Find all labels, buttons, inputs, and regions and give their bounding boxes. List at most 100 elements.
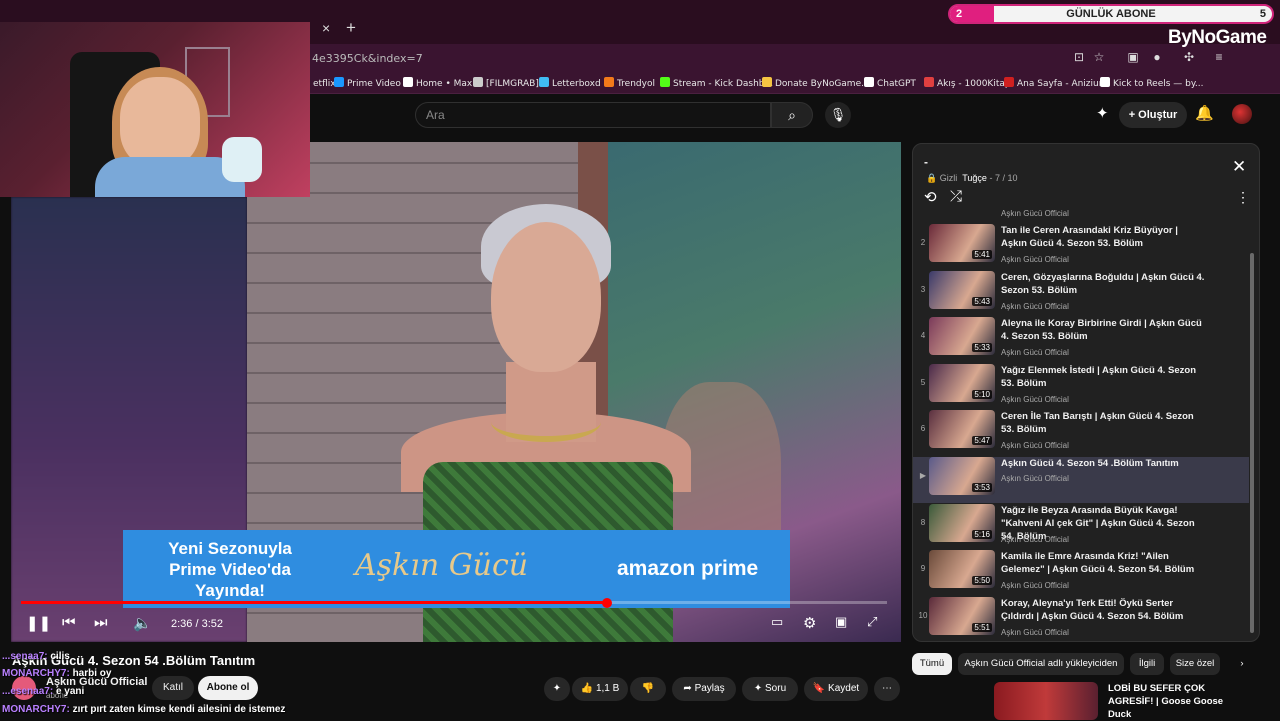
notifications-bell-icon[interactable]: 🔔 (1195, 104, 1214, 122)
extension-icon[interactable]: ▣ (1124, 48, 1142, 66)
playlist-item-thumbnail[interactable]: 5:51 (929, 596, 995, 635)
more-options-icon[interactable]: ⋮ (1236, 189, 1250, 206)
ad-brand-logo: amazon prime (617, 557, 759, 580)
bookmark-item[interactable]: ChatGPT (864, 77, 916, 89)
bookmark-item[interactable]: Trendyol (604, 77, 655, 89)
chip-for-you[interactable]: Size özel (1170, 653, 1220, 675)
save-button[interactable]: 🔖 Kaydet (804, 677, 868, 701)
playlist-item-channel: Aşkın Gücü Official (1001, 301, 1069, 311)
playlist-item-duration: 5:41 (972, 250, 992, 259)
install-icon[interactable]: ⊡ (1070, 48, 1088, 66)
gift-action-icon[interactable]: ✦ (544, 677, 570, 701)
playlist-item[interactable]: 9 5:50 Kamila ile Emre Arasında Kriz! "Ail… (913, 550, 1249, 596)
search-button[interactable]: ⌕ (771, 102, 813, 128)
playlist-item-thumbnail[interactable]: 5:50 (929, 550, 995, 589)
playlist-item[interactable]: 3 5:43 Ceren, Gözyaşlarına Boğuldu | Aşkın… (913, 270, 1249, 317)
playlist-item-title[interactable]: Koray, Aleyna'yı Terk Etti! Öykü Serter … (1001, 597, 1206, 623)
playlist-item[interactable]: 8 5:16 Yağız ile Beyza Arasında Büyük Kavg… (913, 503, 1249, 550)
video-scene-face (491, 222, 601, 372)
new-tab-button[interactable]: + (346, 18, 356, 38)
bookmark-item[interactable]: Donate ByNoGame... (762, 77, 870, 89)
pause-icon[interactable]: ❚❚ (26, 614, 51, 632)
playlist-item-duration: 5:33 (972, 343, 992, 353)
chip-all[interactable]: Tümü (912, 653, 952, 675)
dislike-button[interactable]: 👎 (630, 677, 666, 701)
menu-icon[interactable]: ≡ (1210, 48, 1228, 66)
mic-icon: 🎙 (829, 107, 847, 122)
close-icon[interactable]: ✕ (1232, 157, 1246, 177)
playlist-scrollbar[interactable] (1250, 253, 1254, 633)
playlist-item-thumbnail[interactable]: 5:43 (929, 270, 995, 309)
fullscreen-icon[interactable]: ⤢ (867, 614, 877, 630)
playlist-item-title[interactable]: Ceren, Gözyaşlarına Boğuldu | Aşkın Gücü… (1001, 271, 1206, 297)
subscribe-button[interactable]: Abone ol (198, 676, 258, 700)
bookmark-item[interactable]: [FILMGRAB] (473, 77, 539, 89)
webcam-microphone (222, 137, 262, 182)
bookmark-item[interactable]: Akış - 1000Kitap (924, 77, 1011, 89)
join-button[interactable]: Katıl (152, 676, 194, 700)
bookmark-item[interactable]: Stream - Kick Dashb... (660, 77, 773, 89)
subtitles-icon[interactable]: ▭ (771, 614, 783, 630)
playlist-item-thumbnail[interactable]: 3:53 (929, 457, 995, 495)
search-input[interactable] (415, 102, 771, 128)
like-button[interactable]: 👍 1,1 B (572, 677, 628, 701)
recommendation-thumbnail[interactable] (994, 682, 1098, 720)
playlist-item[interactable]: 5 5:10 Yağız Elenmek İstedi | Aşkın Gücü 4… (913, 363, 1249, 410)
playlist-item-index: 6 (920, 424, 926, 434)
shuffle-icon[interactable]: ⤮ (950, 188, 962, 205)
theater-mode-icon[interactable]: ▣ (835, 614, 847, 630)
playlist-item-index: 5 (920, 377, 926, 387)
bookmark-star-icon[interactable]: ☆ (1090, 48, 1108, 66)
playlist-item[interactable]: ▶ 3:53 Aşkın Gücü 4. Sezon 54 .Bölüm Tanıt… (913, 457, 1249, 503)
loop-icon[interactable]: ⟲ (924, 188, 937, 206)
playlist-item-thumbnail[interactable]: 5:16 (929, 503, 995, 542)
goal-target: 5 (1259, 8, 1266, 20)
url-text[interactable]: 4e3395Ck&index=7 (312, 52, 423, 65)
playlist-item[interactable]: 2 5:41 Tan ile Ceren Arasındaki Kriz Büyüy… (913, 224, 1249, 270)
playlist-item-title[interactable]: Aleyna ile Koray Birbirine Girdi | Aşkın… (1001, 317, 1206, 343)
previous-icon[interactable]: ⏮ (62, 614, 76, 631)
adblock-icon[interactable]: ● (1148, 48, 1166, 66)
bookmark-item[interactable]: Prime Video (334, 77, 401, 89)
chevron-right-icon[interactable]: › (1232, 653, 1252, 675)
playlist-item-title[interactable]: Kamila ile Emre Arasında Kriz! "Ailen Ge… (1001, 550, 1206, 576)
bookmark-item[interactable]: Letterboxd (539, 77, 601, 89)
volume-icon[interactable]: 🔈 (133, 614, 152, 632)
playlist-item-thumbnail[interactable]: 5:47 (929, 410, 995, 449)
ask-button[interactable]: ✦ Soru (742, 677, 798, 701)
playlist-item[interactable]: 10 5:51 Koray, Aleyna'yı Terk Etti! Öykü S… (913, 596, 1249, 643)
puzzle-icon[interactable]: ✣ (1180, 48, 1198, 66)
playlist-item-thumbnail[interactable]: 5:10 (929, 363, 995, 402)
playlist-owner[interactable]: Tuğçe (962, 173, 987, 183)
recommendation-title[interactable]: LOBİ BU SEFER ÇOK AGRESİF! | Goose Goose… (1108, 682, 1248, 721)
playlist-item-title[interactable]: Ceren İle Tan Barıştı | Aşkın Gücü 4. Se… (1001, 410, 1206, 436)
playlist-item-index: 3 (920, 284, 926, 294)
settings-gear-icon[interactable]: ⚙ (803, 614, 816, 632)
more-actions-icon[interactable]: ⋯ (874, 677, 900, 701)
playlist-item-title[interactable]: Tan ile Ceren Arasındaki Kriz Büyüyor | … (1001, 224, 1206, 250)
playlist-item[interactable]: 4 5:33 Aleyna ile Koray Birbirine Girdi | … (913, 317, 1249, 363)
tab-close-button[interactable]: × (322, 20, 330, 36)
playlist-item-channel: Aşkın Gücü Official (1001, 394, 1069, 404)
bookmark-item[interactable]: Kick to Reels — by... (1100, 77, 1204, 89)
playlist-item-title[interactable]: Yağız Elenmek İstedi | Aşkın Gücü 4. Sez… (1001, 364, 1206, 390)
bookmark-item[interactable]: Ana Sayfa - Anizium (1004, 77, 1108, 89)
bookmark-item[interactable]: Home • Max (403, 77, 472, 89)
playlist-item-thumbnail[interactable]: 5:33 (929, 317, 995, 356)
goal-label: GÜNLÜK ABONE (1066, 8, 1156, 20)
playlist-item-thumbnail[interactable]: 5:41 (929, 224, 995, 262)
create-button[interactable]: + Oluştur (1119, 102, 1187, 128)
playlist-item[interactable]: 6 5:47 Ceren İle Tan Barıştı | Aşkın Gücü … (913, 410, 1249, 456)
gift-icon[interactable]: ✦ (1096, 104, 1109, 122)
webcam-face (120, 77, 200, 167)
search-placeholder: Ara (426, 108, 445, 122)
next-icon[interactable]: ⏭ (94, 614, 108, 631)
chip-from-uploader[interactable]: Aşkın Gücü Official adlı yükleyiciden (958, 653, 1124, 675)
playlist-item-duration: 5:10 (972, 389, 992, 399)
account-avatar[interactable] (1232, 104, 1252, 124)
share-button[interactable]: ➦ Paylaş (672, 677, 736, 701)
progress-bar-fill (21, 601, 608, 604)
chip-related[interactable]: İlgili (1130, 653, 1164, 675)
voice-search-button[interactable]: 🎙 (825, 102, 851, 128)
playlist-item-title[interactable]: Aşkın Gücü 4. Sezon 54 .Bölüm Tanıtım (1001, 457, 1206, 470)
